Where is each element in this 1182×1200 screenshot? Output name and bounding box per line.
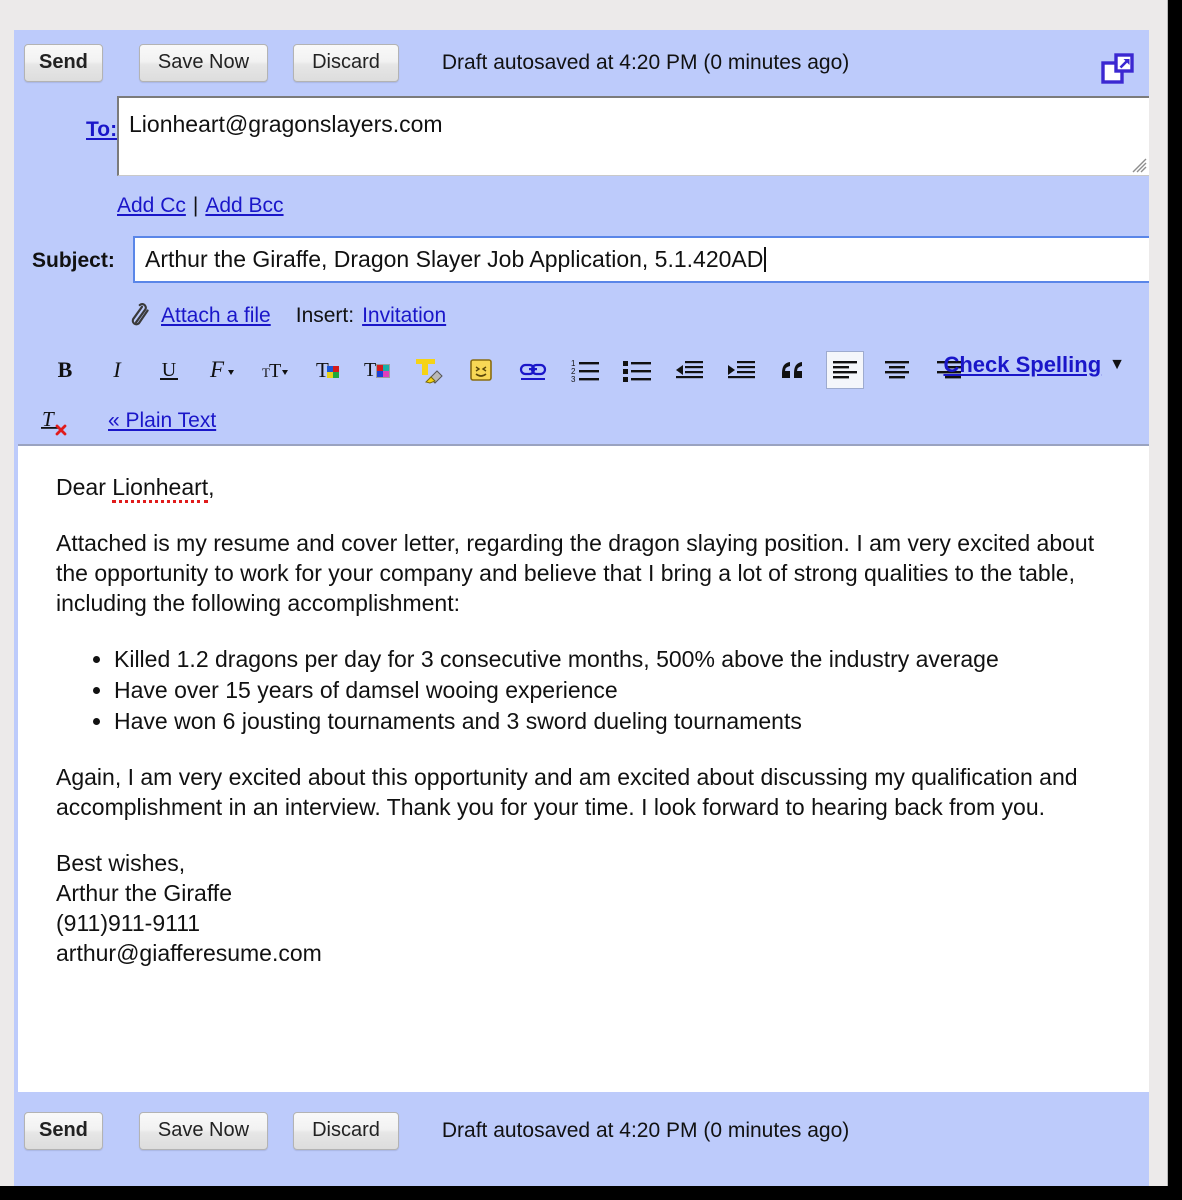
font-size-icon[interactable]: T T xyxy=(254,351,292,389)
add-cc-link[interactable]: Add Cc xyxy=(117,194,186,218)
send-button-top[interactable]: Send xyxy=(24,44,103,82)
message-body-editor[interactable]: Dear Lionheart, Attached is my resume an… xyxy=(18,444,1149,1092)
bold-icon[interactable]: B xyxy=(46,351,84,389)
plain-text-link[interactable]: « Plain Text xyxy=(108,409,216,433)
signature-name: Arthur the Giraffe xyxy=(56,880,232,906)
text-color-icon[interactable]: T xyxy=(306,351,344,389)
discard-button-bottom[interactable]: Discard xyxy=(293,1112,399,1150)
numbered-list-icon[interactable]: 1 2 3 xyxy=(566,351,604,389)
underline-icon[interactable]: U xyxy=(150,351,188,389)
autosave-status-top: Draft autosaved at 4:20 PM (0 minutes ag… xyxy=(441,51,850,74)
to-label-link[interactable]: To: xyxy=(86,118,117,142)
chevron-down-icon: ▼ xyxy=(1109,356,1125,373)
formatting-toolbar-row-1: B I U F T T T T 1 2 3 Check Spelling ▼ xyxy=(46,342,1139,398)
screen: Send Save Now Discard Draft autosaved at… xyxy=(0,0,1182,1200)
svg-text:I: I xyxy=(112,357,122,382)
svg-text:T: T xyxy=(364,359,376,381)
subject-input[interactable]: Arthur the Giraffe, Dragon Slayer Job Ap… xyxy=(133,236,1149,283)
svg-text:B: B xyxy=(58,357,73,382)
font-family-icon[interactable]: F xyxy=(202,351,240,389)
to-input[interactable]: Lionheart@gragonslayers.com xyxy=(117,96,1149,176)
formatting-toolbar-row-2: T « Plain Text xyxy=(36,398,216,444)
window-frame: Send Save Now Discard Draft autosaved at… xyxy=(0,0,1168,1186)
svg-text:F: F xyxy=(209,357,225,382)
emoji-icon[interactable] xyxy=(462,351,500,389)
align-left-icon[interactable] xyxy=(826,351,864,389)
insert-invitation-link[interactable]: Invitation xyxy=(362,304,446,328)
outdent-icon[interactable] xyxy=(670,351,708,389)
autosave-status-bottom: Draft autosaved at 4:20 PM (0 minutes ag… xyxy=(441,1119,850,1142)
quote-icon[interactable] xyxy=(774,351,812,389)
highlight-icon[interactable] xyxy=(410,351,448,389)
svg-text:3: 3 xyxy=(571,375,576,383)
signature-email: arthur@giafferesume.com xyxy=(56,940,322,966)
link-icon[interactable] xyxy=(514,351,552,389)
to-input-value: Lionheart@gragonslayers.com xyxy=(129,111,443,137)
align-center-icon[interactable] xyxy=(878,351,916,389)
list-item: Killed 1.2 dragons per day for 3 consecu… xyxy=(114,644,1125,674)
greeting-prefix: Dear xyxy=(56,474,113,500)
compose-mail-panel: Send Save Now Discard Draft autosaved at… xyxy=(14,30,1149,1186)
save-now-button-bottom[interactable]: Save Now xyxy=(138,1112,269,1150)
body-bullet-list: Killed 1.2 dragons per day for 3 consecu… xyxy=(56,644,1125,736)
cc-bcc-row: Add Cc | Add Bcc xyxy=(14,176,1149,236)
discard-button-top[interactable]: Discard xyxy=(293,44,399,82)
bulleted-list-icon[interactable] xyxy=(618,351,656,389)
body-greeting: Dear Lionheart, xyxy=(56,472,1125,503)
svg-text:T: T xyxy=(269,360,281,382)
to-row: To: Lionheart@gragonslayers.com xyxy=(14,96,1149,176)
bottom-action-bar: Send Save Now Discard Draft autosaved at… xyxy=(14,1092,1149,1170)
attach-a-file-link[interactable]: Attach a file xyxy=(161,304,271,328)
popout-new-window-icon[interactable] xyxy=(1101,52,1135,86)
send-button-bottom[interactable]: Send xyxy=(24,1112,103,1150)
list-item: Have over 15 years of damsel wooing expe… xyxy=(114,675,1125,705)
body-paragraph-1: Attached is my resume and cover letter, … xyxy=(56,530,1095,616)
text-background-color-icon[interactable]: T xyxy=(358,351,396,389)
subject-text: Arthur the Giraffe, Dragon Slayer Job Ap… xyxy=(145,246,764,272)
subject-row: Subject: Arthur the Giraffe, Dragon Slay… xyxy=(14,236,1149,290)
paperclip-icon[interactable] xyxy=(126,303,152,329)
text-caret xyxy=(764,247,767,272)
attach-insert-row: Attach a file Insert: Invitation xyxy=(14,290,1149,342)
subject-input-value: Arthur the Giraffe, Dragon Slayer Job Ap… xyxy=(145,246,767,273)
top-action-bar: Send Save Now Discard Draft autosaved at… xyxy=(14,30,1149,96)
body-signature: Best wishes, Arthur the Giraffe (911)911… xyxy=(56,848,1125,968)
list-item: Have won 6 jousting tournaments and 3 sw… xyxy=(114,706,1125,736)
resize-grip-icon[interactable] xyxy=(1131,157,1147,173)
add-bcc-link[interactable]: Add Bcc xyxy=(205,194,283,218)
check-spelling-button[interactable]: Check Spelling ▼ xyxy=(943,352,1125,378)
formatting-toolbar: B I U F T T T T 1 2 3 Check Spelling ▼ T… xyxy=(14,342,1149,444)
signature-closing: Best wishes, xyxy=(56,850,186,876)
signature-phone: (911)911-9111 xyxy=(56,910,201,936)
subject-label: Subject: xyxy=(32,249,115,272)
insert-label: Insert: xyxy=(295,304,355,327)
body-paragraph-2: Again, I am very excited about this oppo… xyxy=(56,764,1078,820)
cc-bcc-separator: | xyxy=(192,194,199,217)
remove-formatting-icon[interactable]: T xyxy=(36,402,74,440)
italic-icon[interactable]: I xyxy=(98,351,136,389)
svg-text:U: U xyxy=(162,359,177,381)
check-spelling-label: Check Spelling xyxy=(943,352,1102,377)
greeting-suffix: , xyxy=(208,474,215,500)
save-now-button-top[interactable]: Save Now xyxy=(138,44,269,82)
indent-icon[interactable] xyxy=(722,351,760,389)
misspelled-word[interactable]: Lionheart xyxy=(112,474,209,503)
